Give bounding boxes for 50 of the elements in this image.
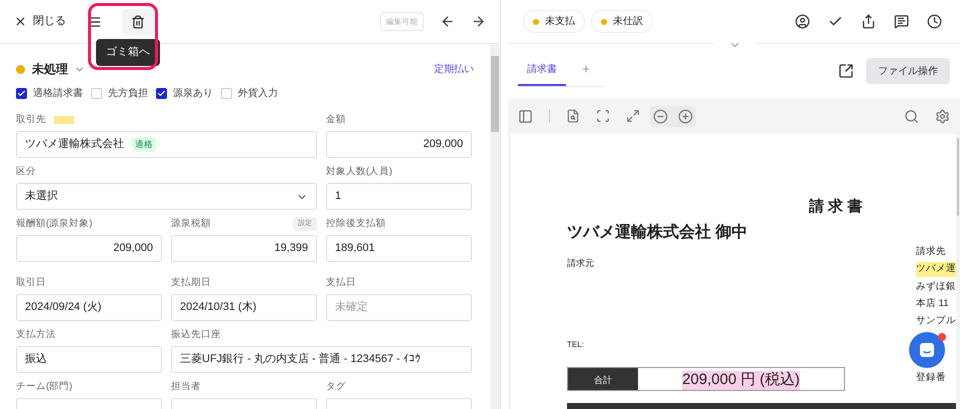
field-label: 対象人数(人員)	[326, 164, 392, 179]
field-label: タグ	[326, 380, 346, 394]
field-label: 控除後支払額	[326, 216, 386, 231]
field-label: チーム(部門)	[16, 380, 72, 394]
field-label: 支払日	[326, 276, 356, 290]
input-field[interactable]: 三菱UFJ銀行 - 丸の内支店 - 普通 - 1234567 - ｲｺｳ	[171, 346, 472, 373]
qualified-tag: 適格	[132, 137, 156, 152]
total-amount: 209,000 円 (税込)	[682, 371, 800, 390]
document-tab[interactable]: 請求書	[518, 54, 566, 86]
input-field[interactable]: 209,000	[326, 131, 472, 158]
file-actions-button[interactable]: ファイル操作	[866, 58, 950, 84]
billing-line: 本店 11	[916, 296, 949, 311]
recurring-payment-link[interactable]: 定期払い	[434, 62, 474, 76]
recipient-name: ツバメ運輸株式会社 御中	[567, 222, 748, 242]
field-label: 取引先	[16, 112, 46, 127]
select-field[interactable]: 未選択	[16, 183, 317, 210]
status-label[interactable]: 未処理	[32, 60, 68, 78]
field-label: 担当者	[171, 380, 201, 394]
issuer-label: 請求元	[567, 256, 594, 270]
input-field[interactable]: 19,399	[171, 235, 317, 262]
field-label: 支払方法	[16, 328, 56, 342]
billing-line: みずほ銀	[916, 280, 956, 294]
total-label: 合計	[568, 368, 638, 390]
billing-line: 登録番	[916, 371, 946, 386]
checkbox-label: 先方負担	[108, 86, 148, 100]
status-chip[interactable]: 未支払	[523, 10, 585, 33]
billing-line: 請求先	[916, 245, 946, 259]
field-label: 源泉税額	[171, 216, 211, 231]
input-field[interactable]: ツバメ運輸株式会社 適格	[16, 131, 317, 158]
field-label: 取引日	[16, 276, 46, 290]
checkbox-label: 適格請求書	[33, 86, 83, 100]
close-button[interactable]: 閉じる	[14, 13, 66, 30]
invoice-title: 請 求 書	[809, 197, 862, 217]
input-field[interactable]: 1	[326, 183, 472, 210]
input-field[interactable]: 2024/10/31 (木)	[171, 294, 317, 321]
field-label: 振込先口座	[171, 328, 221, 342]
input-field[interactable]: 2024/09/24 (火)	[16, 294, 162, 321]
input-field[interactable]: 209,000	[16, 235, 162, 262]
field-label: 報酬額(源泉対象)	[16, 216, 92, 231]
input-field[interactable]: 振込	[16, 346, 162, 373]
field-label: 区分	[16, 164, 36, 179]
status-chip[interactable]: 未仕訳	[591, 10, 653, 33]
field-label: 金額	[326, 112, 346, 127]
tel-label: TEL:	[567, 339, 584, 351]
checkbox-label: 源泉あり	[173, 86, 213, 100]
tooltip: ゴミ箱へ	[96, 39, 160, 66]
billing-line: サンプル	[916, 314, 956, 328]
field-label: 支払期日	[171, 276, 211, 290]
input-field[interactable]: 189,601	[326, 235, 472, 262]
checkbox-label: 外貨入力	[238, 86, 278, 100]
